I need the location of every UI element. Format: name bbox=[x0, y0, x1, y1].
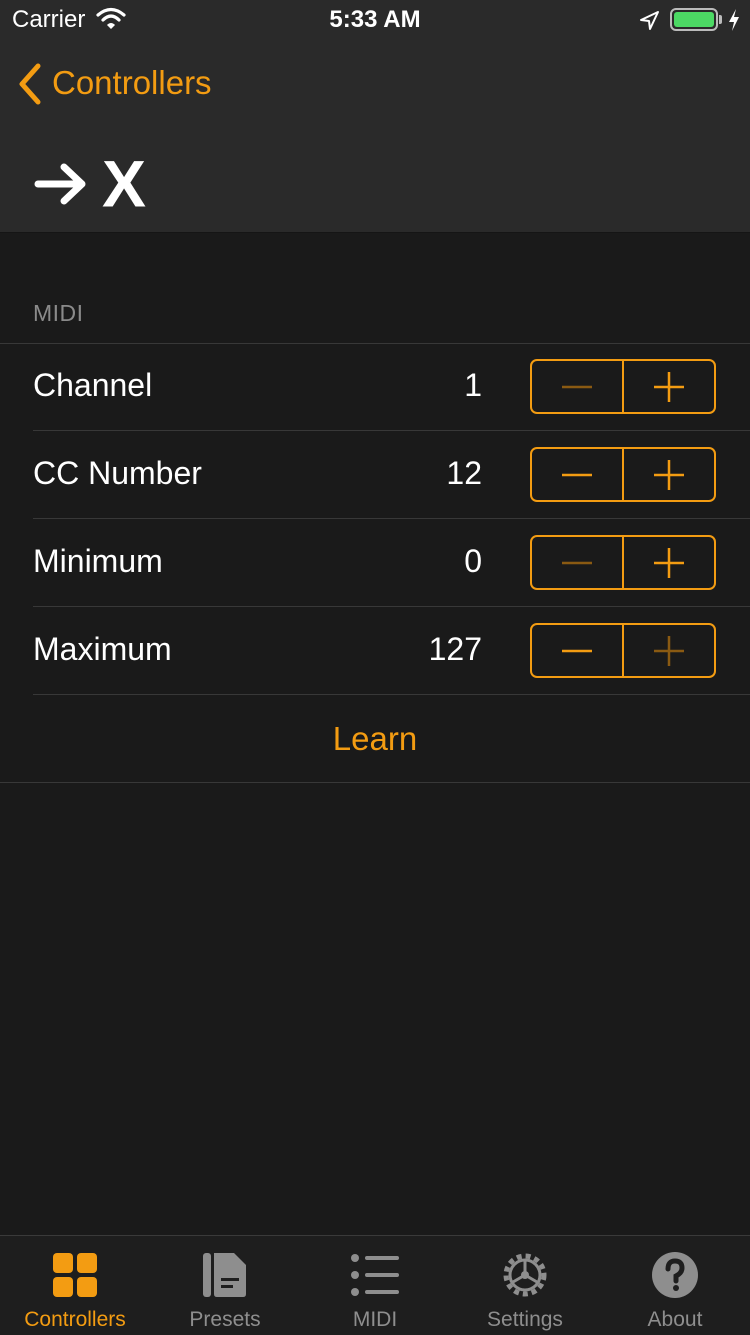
plus-icon bbox=[654, 459, 684, 490]
tab-about[interactable]: About bbox=[600, 1236, 750, 1335]
minimum-decrement-button[interactable] bbox=[532, 537, 622, 588]
minimum-value: 0 bbox=[464, 543, 482, 579]
page-title-text: X bbox=[102, 146, 148, 221]
tab-bar: Controllers Presets MIDI Settings About bbox=[0, 1235, 750, 1335]
tab-label: About bbox=[647, 1308, 703, 1331]
minus-icon bbox=[562, 649, 592, 652]
question-icon bbox=[652, 1252, 698, 1298]
minus-icon bbox=[562, 561, 592, 564]
tab-label: Settings bbox=[487, 1308, 563, 1331]
maximum-decrement-button[interactable] bbox=[532, 625, 622, 676]
tab-settings[interactable]: Settings bbox=[450, 1236, 600, 1335]
cc-number-label: CC Number bbox=[33, 455, 202, 491]
channel-label: Channel bbox=[33, 367, 153, 403]
row-separator bbox=[33, 430, 750, 431]
section-header-midi: MIDI bbox=[33, 300, 84, 326]
plus-icon bbox=[654, 635, 684, 666]
grid-icon bbox=[53, 1253, 97, 1297]
maximum-value: 127 bbox=[428, 631, 482, 667]
row-separator bbox=[33, 518, 750, 519]
cc-number-increment-button[interactable] bbox=[622, 449, 714, 500]
tab-label: MIDI bbox=[352, 1308, 398, 1331]
tab-label: Controllers bbox=[24, 1308, 126, 1331]
tab-presets[interactable]: Presets bbox=[150, 1236, 300, 1335]
charging-bolt-icon bbox=[729, 9, 739, 31]
document-icon bbox=[203, 1253, 246, 1297]
cc-number-decrement-button[interactable] bbox=[532, 449, 622, 500]
row-separator bbox=[33, 606, 750, 607]
cc-number-stepper[interactable] bbox=[530, 447, 716, 502]
channel-decrement-button[interactable] bbox=[532, 361, 622, 412]
plus-icon bbox=[654, 547, 684, 578]
battery-icon bbox=[670, 8, 718, 31]
location-arrow-icon bbox=[640, 11, 659, 30]
page-title: X bbox=[34, 140, 147, 222]
channel-increment-button[interactable] bbox=[622, 361, 714, 412]
minus-icon bbox=[562, 473, 592, 476]
minimum-stepper[interactable] bbox=[530, 535, 716, 590]
maximum-increment-button[interactable] bbox=[622, 625, 714, 676]
row-separator bbox=[33, 694, 750, 695]
tab-controllers[interactable]: Controllers bbox=[0, 1236, 150, 1335]
minus-icon bbox=[562, 385, 592, 388]
tab-label: Presets bbox=[189, 1308, 261, 1331]
row-separator bbox=[0, 343, 750, 344]
maximum-label: Maximum bbox=[33, 631, 172, 667]
cc-number-value: 12 bbox=[446, 455, 482, 491]
arrow-right-icon bbox=[34, 163, 86, 205]
tab-midi[interactable]: MIDI bbox=[300, 1236, 450, 1335]
list-icon bbox=[351, 1254, 399, 1296]
maximum-stepper[interactable] bbox=[530, 623, 716, 678]
learn-button[interactable]: Learn bbox=[0, 720, 750, 758]
minimum-increment-button[interactable] bbox=[622, 537, 714, 588]
channel-stepper[interactable] bbox=[530, 359, 716, 414]
chevron-left-icon bbox=[19, 63, 41, 105]
plus-icon bbox=[654, 371, 684, 402]
row-separator bbox=[0, 782, 750, 783]
channel-value: 1 bbox=[464, 367, 482, 403]
gear-icon bbox=[503, 1253, 547, 1297]
back-button-label[interactable]: Controllers bbox=[52, 64, 212, 102]
minimum-label: Minimum bbox=[33, 543, 163, 579]
battery-tip bbox=[719, 15, 722, 24]
